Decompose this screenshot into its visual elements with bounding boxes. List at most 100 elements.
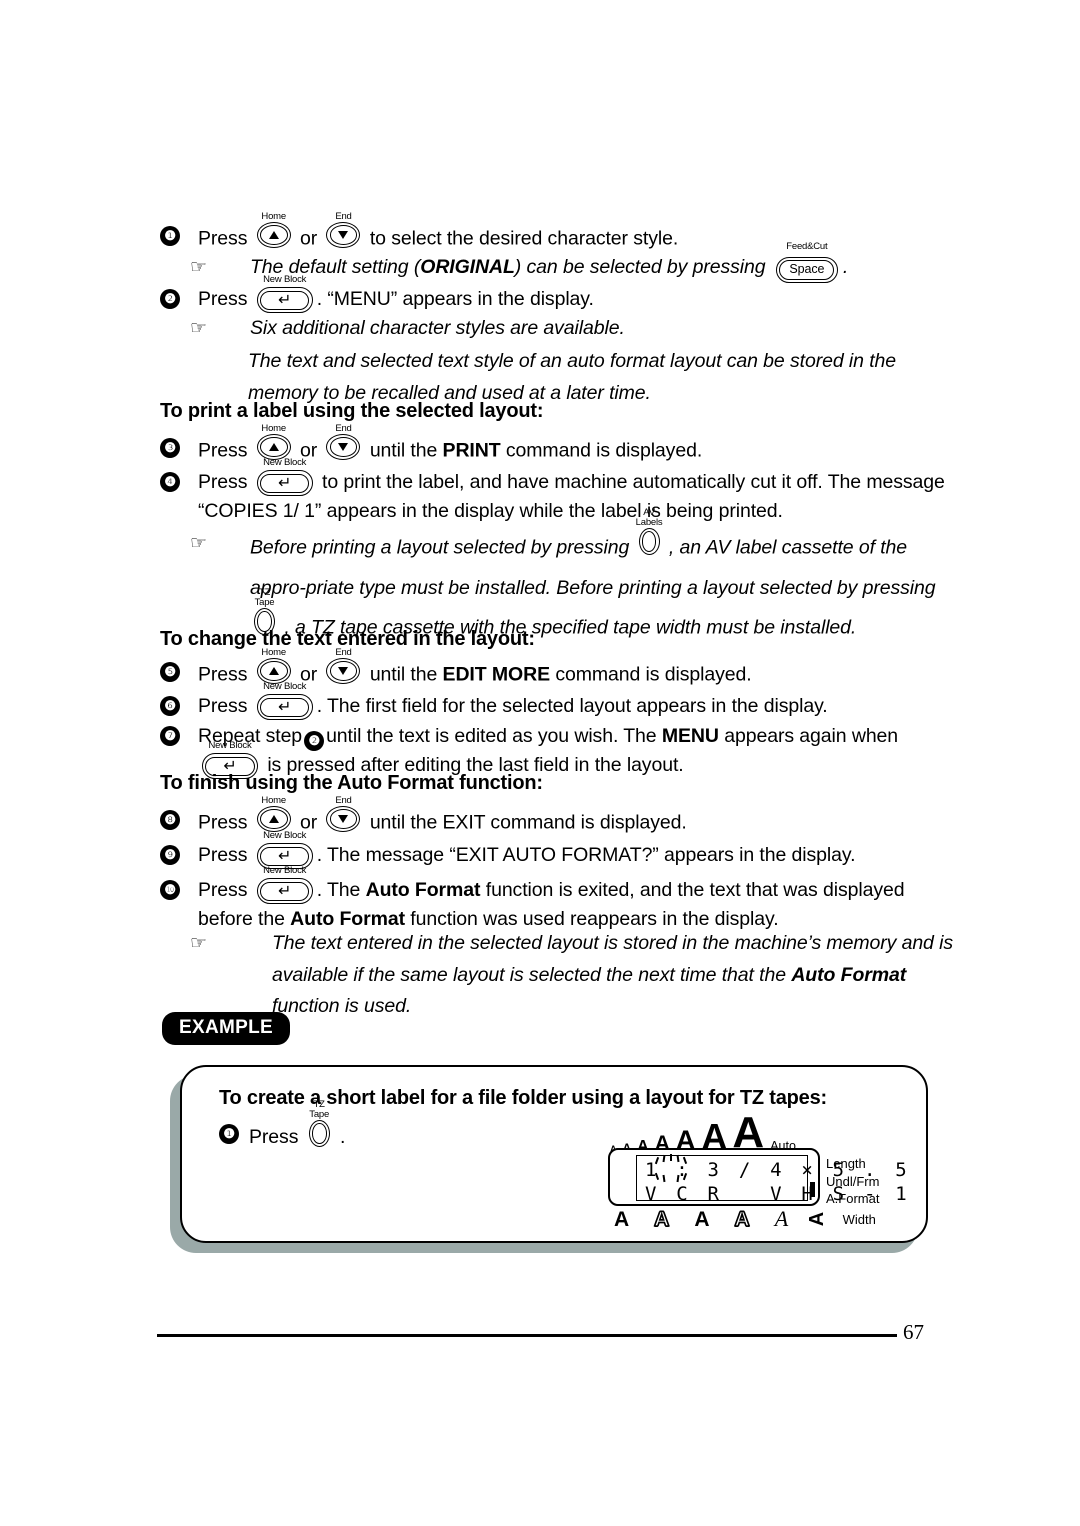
new-block-enter-key-16[interactable]: New Block ↵ [256, 866, 313, 905]
step-16: ❿ Press New Block ↵ . The Auto Format fu… [160, 866, 950, 934]
enter-key-glyph: ↵ [278, 881, 292, 901]
example-step-1-text-1: Press [249, 1126, 299, 1149]
step-16-text-4: function was used reappears in the displ… [410, 908, 779, 931]
tz-tape-line-2: Tape [309, 1109, 330, 1121]
new-block-enter-key-10[interactable]: New Block ↵ [256, 458, 313, 497]
down-arrow-key[interactable] [326, 806, 361, 832]
example-step-number-1: ❶ [219, 1124, 239, 1144]
step-9-text-4: command is displayed. [505, 439, 703, 462]
enter-key[interactable]: ↵ [256, 843, 313, 870]
down-arrow-key[interactable] [326, 434, 361, 460]
feed-cut-key-label: Feed&Cut [786, 241, 828, 253]
note-six-styles: ☞ Six additional character styles are av… [190, 313, 980, 345]
end-down-key[interactable]: End [326, 796, 361, 841]
up-arrow-key[interactable] [256, 222, 291, 248]
new-block-enter-key-12[interactable]: New Block ↵ [256, 682, 313, 721]
step-8-text-2: . “MENU” appears in the display. [316, 288, 594, 310]
style-indicator-outline-a-1: A [653, 1207, 670, 1231]
style-indicator-vertical-a: A [806, 1211, 829, 1227]
home-key-label: Home [261, 423, 286, 435]
step-9-text-3: until the [369, 439, 438, 462]
space-key[interactable]: Space [775, 257, 838, 284]
step-15: ❾ Press New Block ↵ . The message “EXIT … [160, 831, 960, 870]
triangle-up-icon [268, 231, 279, 239]
note-16-bold: Auto Format [791, 963, 907, 986]
new-block-enter-key-8[interactable]: New Block ↵ [256, 275, 313, 314]
down-arrow-key[interactable] [326, 222, 361, 248]
triangle-down-icon [338, 231, 349, 239]
end-key-label: End [335, 211, 352, 223]
new-block-key-label: New Block [263, 865, 307, 877]
note-8-text: Six additional character styles are avai… [250, 317, 625, 339]
down-arrow-key[interactable] [326, 658, 361, 684]
step-7-text-1: Press [198, 227, 248, 250]
step-11-text-3: until the [369, 663, 438, 686]
style-indicator-bold-a-2: A [694, 1207, 710, 1231]
step-16-text-2: . The [316, 879, 361, 901]
character-style-indicator-row: A A A A A A Width [614, 1206, 876, 1231]
note-stored-memory: ☞ The text entered in the selected layou… [190, 928, 980, 1023]
enter-key[interactable]: ↵ [256, 470, 313, 497]
av-labels-key[interactable]: AV Labels [636, 508, 663, 569]
triangle-up-icon [268, 667, 279, 675]
enter-key[interactable]: ↵ [256, 694, 313, 721]
enter-key[interactable]: ↵ [202, 753, 258, 780]
step-11-text-1: Press [198, 663, 248, 686]
av-labels-key-label: AV Labels [636, 508, 663, 528]
new-block-key-label: New Block [208, 740, 252, 752]
enter-key[interactable]: ↵ [256, 287, 313, 314]
step-12: ❻ Press New Block ↵ . The first field fo… [160, 682, 960, 721]
up-arrow-key[interactable] [256, 434, 291, 460]
style-indicator-outline-a-2: A [734, 1207, 751, 1231]
step-7-text-2: or [300, 227, 318, 250]
page-number: 67 [903, 1320, 924, 1344]
step-14-text-1: Press [198, 811, 248, 834]
example-step-1: ❶ Press TZ Tape . [219, 1100, 519, 1156]
tz-tape-key-label: TZ Tape [309, 1100, 329, 1120]
end-key-label: End [335, 647, 352, 659]
up-arrow-key[interactable] [256, 806, 291, 832]
lcd-text-area: 1 : 3 / 4 × 5 . 5 V C R V H S - 1 [636, 1154, 907, 1205]
step-number-12: ❻ [160, 696, 180, 716]
new-block-key-label: New Block [263, 274, 307, 286]
example-badge: EXAMPLE [162, 1012, 290, 1045]
step-number-7: ❶ [160, 226, 180, 246]
note-7-text-2: ) can be selected by pressing [514, 256, 766, 278]
step-14-text-3: until the EXIT command is displayed. [369, 811, 687, 834]
step-16-text-1: Press [198, 879, 248, 901]
end-down-key[interactable]: End [326, 424, 361, 469]
triangle-down-icon [338, 815, 349, 823]
step-9-text-1: Press [198, 439, 248, 462]
end-down-key[interactable]: End [326, 648, 361, 693]
enter-key-glyph: ↵ [278, 473, 292, 493]
note-7-text-3: . [842, 256, 849, 278]
up-arrow-key[interactable] [256, 658, 291, 684]
step-9-bold: PRINT [442, 439, 501, 462]
tz-tape-round-button[interactable] [308, 1120, 330, 1147]
pointing-hand-icon: ☞ [190, 532, 208, 554]
step-10-text-1: Press [198, 471, 248, 493]
step-number-11: ❺ [160, 662, 180, 682]
note-16-text-2: function is used. [272, 995, 412, 1018]
tz-tape-key[interactable]: TZ Tape [308, 1100, 330, 1156]
step-12-text-2: . The first field for the selected layou… [316, 695, 828, 717]
av-labels-round-button[interactable] [638, 528, 660, 555]
step-13-text-2: until the text is edited as you wish. Th… [326, 725, 657, 747]
step-11-text-4: command is displayed. [555, 663, 752, 686]
footer-rule [157, 1334, 897, 1337]
note-7-bold: ORIGINAL [420, 256, 515, 278]
manual-page: ❶ Press Home or End to select the desire… [0, 0, 1080, 1526]
new-block-enter-key-15[interactable]: New Block ↵ [256, 831, 313, 870]
enter-key[interactable]: ↵ [256, 878, 313, 905]
lcd-bezel: 1 : 3 / 4 × 5 . 5 V C R V H S - 1 [608, 1148, 907, 1206]
step-13-bold: MENU [661, 725, 719, 747]
feed-cut-space-key[interactable]: Feed&Cut Space [775, 242, 838, 284]
av-labels-line-2: Labels [635, 517, 663, 529]
new-block-enter-key-13[interactable]: New Block ↵ [202, 741, 258, 780]
style-indicator-italic-a: A [774, 1206, 789, 1231]
tz-tape-line-2: Tape [254, 597, 275, 609]
home-key-label: Home [261, 211, 286, 223]
step-number-14: ❽ [160, 810, 180, 830]
step-15-text-1: Press [198, 844, 248, 866]
enter-key-glyph: ↵ [278, 846, 292, 866]
